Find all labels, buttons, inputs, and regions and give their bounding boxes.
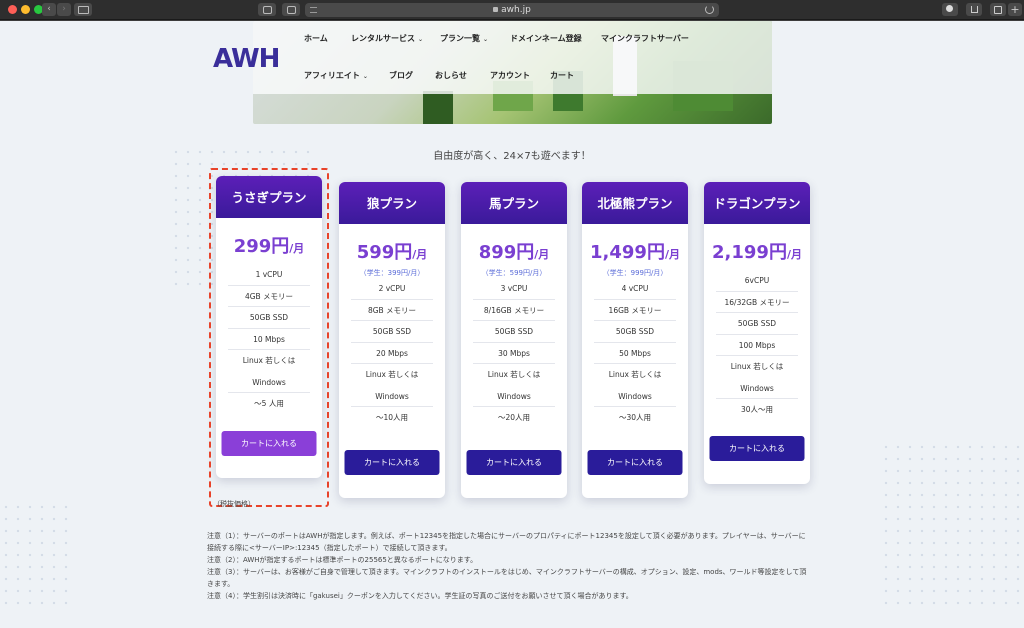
nav-minecraft-server[interactable]: マインクラフトサーバー xyxy=(601,33,689,44)
chevron-down-icon: ⌄ xyxy=(483,36,489,43)
plan-name: ドラゴンプラン xyxy=(704,182,810,224)
spec-bandwidth: 20 Mbps xyxy=(351,343,433,364)
spec-players: 〜30人用 xyxy=(618,413,652,422)
note-item: 注意（2）：AWHが指定するポートは標準ポートの25565と異なるポートになりま… xyxy=(207,556,478,564)
spec-memory: 8GB メモリー xyxy=(351,300,433,321)
plan-price: 2,199円/月 xyxy=(712,242,802,263)
notes-section: 注意（1）：サーバーのポートはAWHが指定します。例えば、ポート12345を指定… xyxy=(207,530,812,602)
reader-icon[interactable] xyxy=(282,3,300,16)
pocket-icon[interactable] xyxy=(258,3,276,16)
student-price: （学生：999円/月） xyxy=(602,269,668,277)
nav-cart[interactable]: カート xyxy=(550,70,574,81)
student-price: （学生：599円/月） xyxy=(481,269,547,277)
add-to-cart-button[interactable]: カートに入れる xyxy=(344,450,440,475)
student-price: （学生：399円/月） xyxy=(359,269,425,277)
spec-storage: 50GB SSD xyxy=(716,313,798,335)
spec-storage: 50GB SSD xyxy=(473,321,555,343)
plan-name: 北極熊プラン xyxy=(582,182,688,224)
note-item: 注意（1）：サーバーのポートはAWHが指定します。例えば、ポート12345を指定… xyxy=(207,532,806,552)
spec-cpu: 2 vCPU xyxy=(351,278,433,300)
spec-os: Windows xyxy=(716,378,798,399)
downloads-icon[interactable] xyxy=(942,3,958,16)
add-to-cart-button[interactable]: カートに入れる xyxy=(709,436,805,461)
spec-storage: 50GB SSD xyxy=(351,321,433,343)
close-window-button[interactable] xyxy=(8,5,17,14)
decorative-dots xyxy=(0,501,70,611)
nav-news[interactable]: おしらせ xyxy=(435,70,467,81)
plan-card-horse: 馬プラン 899円/月 （学生：599円/月） 3 vCPU 8/16GB メモ… xyxy=(461,182,567,498)
address-bar[interactable]: awh.jp xyxy=(305,3,719,17)
note-item: 注意（3）：サーバーは、お客様がご自身で管理して頂きます。マインクラフトのインス… xyxy=(207,568,807,588)
spec-os: Linux 若しくは xyxy=(365,370,419,379)
spec-storage: 50GB SSD xyxy=(594,321,676,343)
new-tab-button[interactable]: + xyxy=(1008,3,1022,16)
add-to-cart-button[interactable]: カートに入れる xyxy=(587,450,683,475)
tagline: 自由度が高く、24×7も遊べます！ xyxy=(433,151,591,162)
share-icon[interactable] xyxy=(966,3,982,16)
decorative-dots xyxy=(880,441,1024,611)
plan-name: 馬プラン xyxy=(461,182,567,224)
browser-toolbar: ‹ › awh.jp + xyxy=(0,0,1024,20)
site-header: AWH ホーム レンタルサービス ⌄ プラン一覧 ⌄ ドメインネーム登録 マインクラ… xyxy=(0,21,1024,94)
sidebar-toggle-icon[interactable] xyxy=(74,3,92,16)
spec-players: 30人〜用 xyxy=(740,405,774,414)
spec-os: Windows xyxy=(594,386,676,407)
nav-domain-registration[interactable]: ドメインネーム登録 xyxy=(510,33,582,44)
spec-os: Linux 若しくは xyxy=(487,370,541,379)
plan-card-wolf: 狼プラン 599円/月 （学生：399円/月） 2 vCPU 8GB メモリー … xyxy=(339,182,445,498)
url-text: awh.jp xyxy=(501,5,531,15)
nav-blog[interactable]: ブログ xyxy=(389,70,413,81)
forward-button[interactable]: › xyxy=(57,3,71,16)
spec-cpu: 6vCPU xyxy=(716,270,798,292)
note-item: 注意（4）：学生割引は決済時に「gakusei」クーポンを入力してください。学生… xyxy=(207,592,633,600)
spec-os: Linux 若しくは xyxy=(608,370,662,379)
spec-players: 〜10人用 xyxy=(375,413,409,422)
tax-excluded-note: （税抜価格） xyxy=(213,500,255,508)
spec-cpu: 4 vCPU xyxy=(594,278,676,300)
plan-price: 599円/月 xyxy=(356,242,428,263)
spec-memory: 8/16GB メモリー xyxy=(473,300,555,321)
plan-card-polar-bear: 北極熊プラン 1,499円/月 （学生：999円/月） 4 vCPU 16GB … xyxy=(582,182,688,498)
nav-rental-services[interactable]: レンタルサービス ⌄ xyxy=(351,33,423,44)
back-button[interactable]: ‹ xyxy=(42,3,56,16)
spec-os: Linux 若しくは xyxy=(730,362,784,371)
chevron-down-icon: ⌄ xyxy=(418,36,424,43)
nav-account[interactable]: アカウント xyxy=(490,70,530,81)
reload-icon[interactable] xyxy=(705,5,714,14)
tab-overview-icon[interactable] xyxy=(990,3,1006,16)
spec-players: 〜20人用 xyxy=(497,413,531,422)
site-logo[interactable]: AWH xyxy=(213,44,280,74)
spec-bandwidth: 100 Mbps xyxy=(716,335,798,356)
spec-os: Windows xyxy=(351,386,433,407)
nav-home[interactable]: ホーム xyxy=(304,33,328,44)
spec-bandwidth: 50 Mbps xyxy=(594,343,676,364)
plan-name: 狼プラン xyxy=(339,182,445,224)
chevron-down-icon: ⌄ xyxy=(362,73,368,80)
highlight-annotation-box xyxy=(209,168,329,507)
spec-bandwidth: 30 Mbps xyxy=(473,343,555,364)
plan-price: 1,499円/月 xyxy=(590,242,680,263)
spec-cpu: 3 vCPU xyxy=(473,278,555,300)
spec-os: Windows xyxy=(473,386,555,407)
minimize-window-button[interactable] xyxy=(21,5,30,14)
spec-memory: 16GB メモリー xyxy=(594,300,676,321)
add-to-cart-button[interactable]: カートに入れる xyxy=(466,450,562,475)
nav-affiliate[interactable]: アフィリエイト ⌄ xyxy=(304,70,368,81)
spec-memory: 16/32GB メモリー xyxy=(716,292,798,313)
plan-price: 899円/月 xyxy=(478,242,550,263)
page-content: AWH ホーム レンタルサービス ⌄ プラン一覧 ⌄ ドメインネーム登録 マインクラ… xyxy=(0,21,1024,628)
nav-plans[interactable]: プラン一覧 ⌄ xyxy=(440,33,488,44)
lock-icon xyxy=(493,7,499,12)
plan-card-dragon: ドラゴンプラン 2,199円/月 6vCPU 16/32GB メモリー 50GB… xyxy=(704,182,810,484)
